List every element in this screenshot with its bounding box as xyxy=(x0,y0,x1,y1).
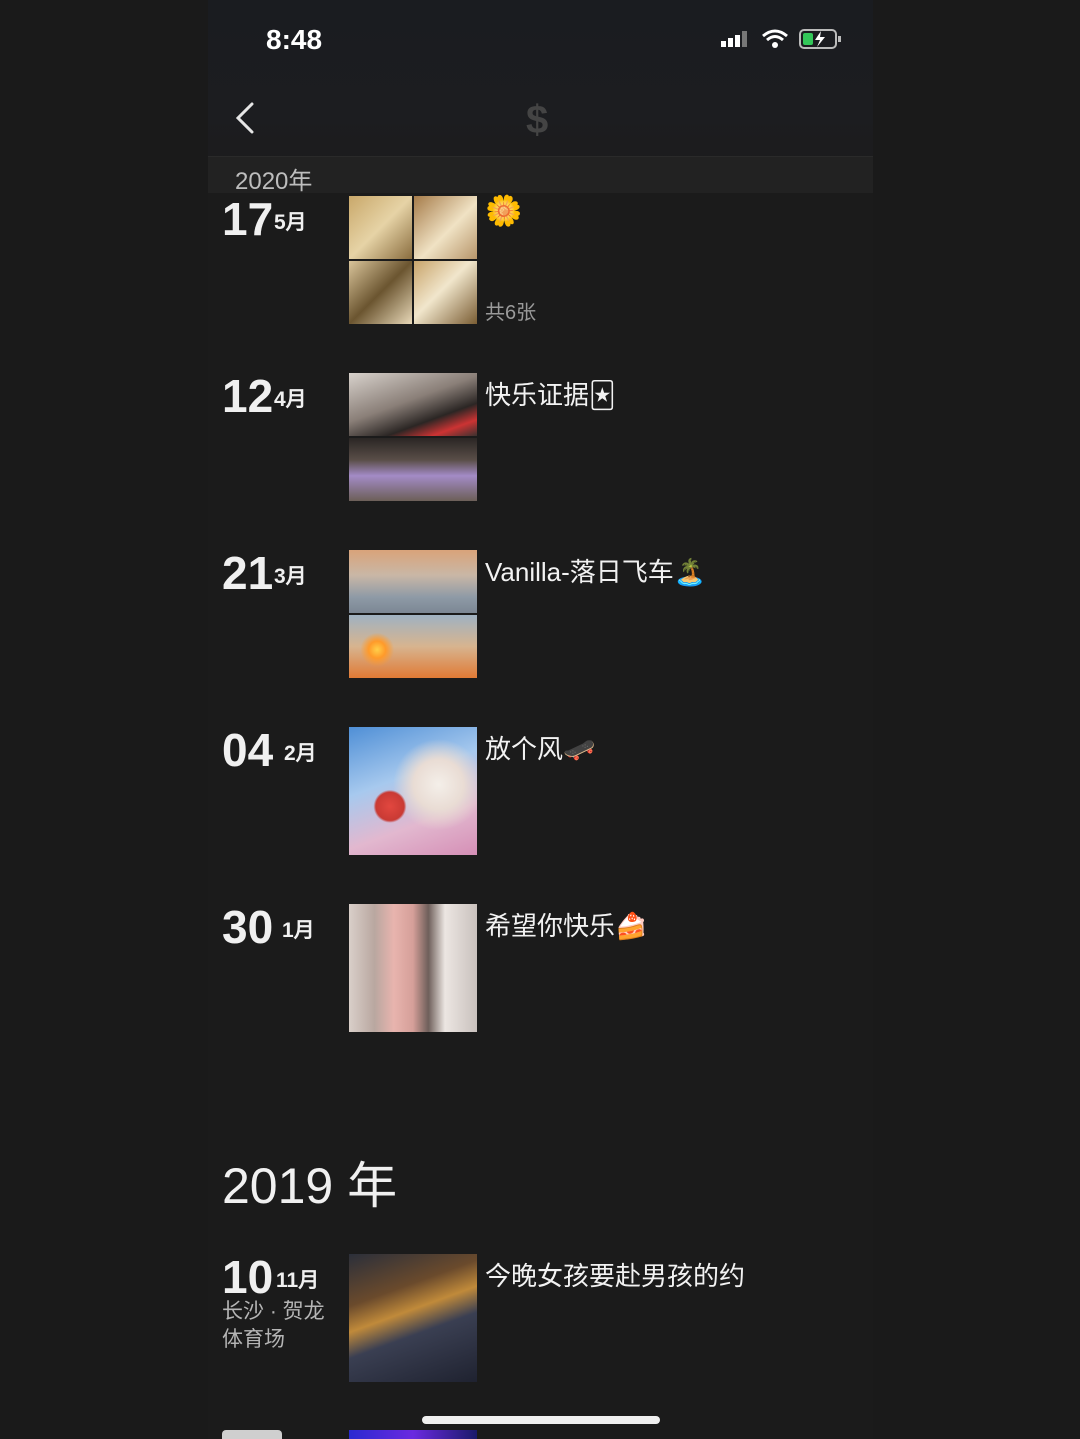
entry-day: 12 xyxy=(222,370,274,422)
entry-caption: 🌼 xyxy=(485,195,523,228)
next-entry-thumbnail-peek[interactable] xyxy=(349,1430,477,1439)
cellular-signal-icon xyxy=(721,31,747,47)
entry-month: 1月 xyxy=(282,919,315,942)
next-entry-day-peek xyxy=(222,1430,282,1439)
entry-day: 21 xyxy=(222,547,274,599)
location-line: 长沙 · 贺龙 xyxy=(222,1300,325,1323)
entry-caption: 放个风🛹 xyxy=(485,734,596,764)
photo-thumbnail[interactable] xyxy=(349,550,477,678)
photo-thumbnail[interactable] xyxy=(349,904,477,1032)
status-time: 8:48 xyxy=(266,24,323,55)
photo-thumbnail[interactable] xyxy=(349,1254,477,1382)
entry-month: 5月 xyxy=(274,211,307,234)
wifi-icon xyxy=(762,29,788,48)
entry-month: 2月 xyxy=(284,742,317,765)
top-bar: 8:48 $ 2020年 xyxy=(208,0,873,195)
entry-day: 17 xyxy=(222,193,274,245)
entry-location: 长沙 · 贺龙 体育场 xyxy=(222,1298,325,1354)
entry-caption: 快乐证据🃏 xyxy=(485,380,616,410)
entry-day: 30 xyxy=(222,901,274,953)
photo-count: 共6张 xyxy=(485,302,537,324)
home-indicator[interactable] xyxy=(422,1416,660,1424)
status-icons xyxy=(721,28,843,50)
entry-day: 04 xyxy=(222,724,274,776)
battery-charging-icon xyxy=(799,29,841,49)
entry-month: 4月 xyxy=(274,388,307,411)
entry-day: 10 xyxy=(222,1251,274,1303)
entry-caption: Vanilla-落日飞车🏝️ xyxy=(485,557,707,587)
sticky-year-header: 2020年 xyxy=(208,156,873,195)
back-chevron-icon[interactable] xyxy=(230,98,260,138)
dollar-sign-logo-icon: $ xyxy=(526,98,549,142)
year-section-header: 2019 年 xyxy=(222,1158,398,1214)
sticky-year-label: 2020年 xyxy=(235,168,313,195)
entry-caption: 今晚女孩要赴男孩的约 xyxy=(485,1261,746,1291)
entry-month: 11月 xyxy=(276,1269,320,1292)
entry-month: 3月 xyxy=(274,565,307,588)
phone-screen: 8:48 $ 2020年 17 5月 🌼 共6张 12 4月 快乐证据🃏 21 … xyxy=(208,0,873,1439)
entry-caption: 希望你快乐🍰 xyxy=(485,911,648,941)
location-line: 体育场 xyxy=(222,1328,285,1351)
photo-grid-thumbnail[interactable] xyxy=(349,196,477,324)
photo-thumbnail[interactable] xyxy=(349,373,477,501)
photo-thumbnail[interactable] xyxy=(349,727,477,855)
